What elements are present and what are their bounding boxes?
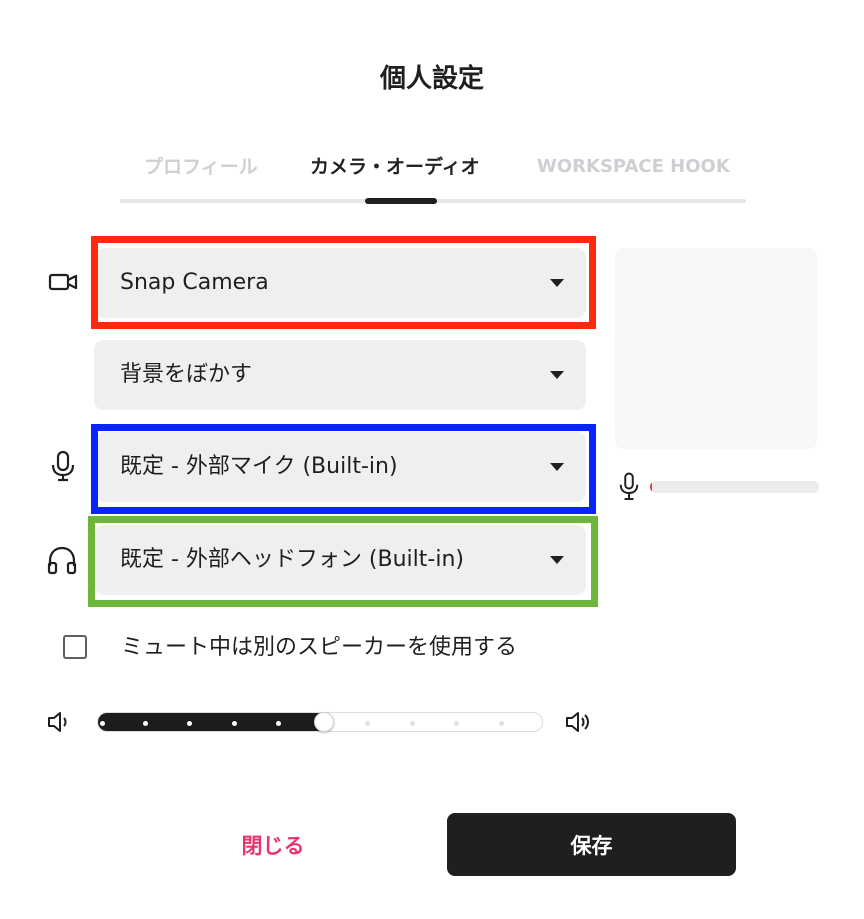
microphone-icon: [51, 450, 75, 482]
microphone-select[interactable]: 既定 - 外部マイク (Built-in): [94, 432, 586, 502]
use-other-speaker-label: ミュート中は別のスピーカーを使用する: [121, 635, 518, 660]
mic-level-fill: [650, 481, 652, 493]
volume-step-dot: [365, 721, 370, 726]
chevron-down-icon: [550, 556, 564, 564]
camera-preview: [615, 248, 817, 449]
volume-step-dot: [187, 721, 192, 726]
volume-step-dot: [100, 721, 105, 726]
camera-select[interactable]: Snap Camera: [94, 248, 586, 318]
volume-step-dot: [232, 721, 237, 726]
microphone-select-value: 既定 - 外部マイク (Built-in): [120, 454, 398, 479]
dialog-title: 個人設定: [379, 64, 484, 94]
tab-bar: プロフィール カメラ・オーディオ WORKSPACE HOOK: [120, 150, 746, 206]
background-effect-select[interactable]: 背景をぼかす: [94, 340, 586, 410]
save-button[interactable]: 保存: [447, 813, 736, 876]
video-camera-icon: [48, 273, 78, 291]
mic-level-meter: [650, 481, 819, 493]
volume-high-icon: [566, 712, 589, 732]
speaker-select[interactable]: 既定 - 外部ヘッドフォン (Built-in): [94, 525, 586, 595]
use-other-speaker-checkbox[interactable]: [63, 635, 87, 659]
background-effect-value: 背景をぼかす: [120, 362, 253, 387]
volume-slider-handle[interactable]: [314, 712, 334, 732]
close-button[interactable]: 閉じる: [180, 814, 366, 876]
microphone-icon: [619, 472, 639, 500]
active-tab-indicator: [365, 198, 437, 204]
volume-step-dot: [276, 721, 281, 726]
speaker-select-value: 既定 - 外部ヘッドフォン (Built-in): [120, 547, 464, 572]
volume-slider-fill: [98, 713, 321, 731]
chevron-down-icon: [550, 371, 564, 379]
tab-profile[interactable]: プロフィール: [144, 150, 258, 184]
volume-step-dot: [454, 721, 459, 726]
volume-step-dot: [499, 721, 504, 726]
chevron-down-icon: [550, 463, 564, 471]
volume-step-dot: [410, 721, 415, 726]
volume-step-dot: [143, 721, 148, 726]
camera-select-value: Snap Camera: [120, 270, 269, 295]
tab-camera-audio[interactable]: カメラ・オーディオ: [310, 150, 480, 184]
volume-low-icon: [48, 712, 67, 732]
chevron-down-icon: [550, 279, 564, 287]
tab-workspace-hook[interactable]: WORKSPACE HOOK: [537, 150, 730, 184]
headphones-icon: [47, 546, 77, 575]
